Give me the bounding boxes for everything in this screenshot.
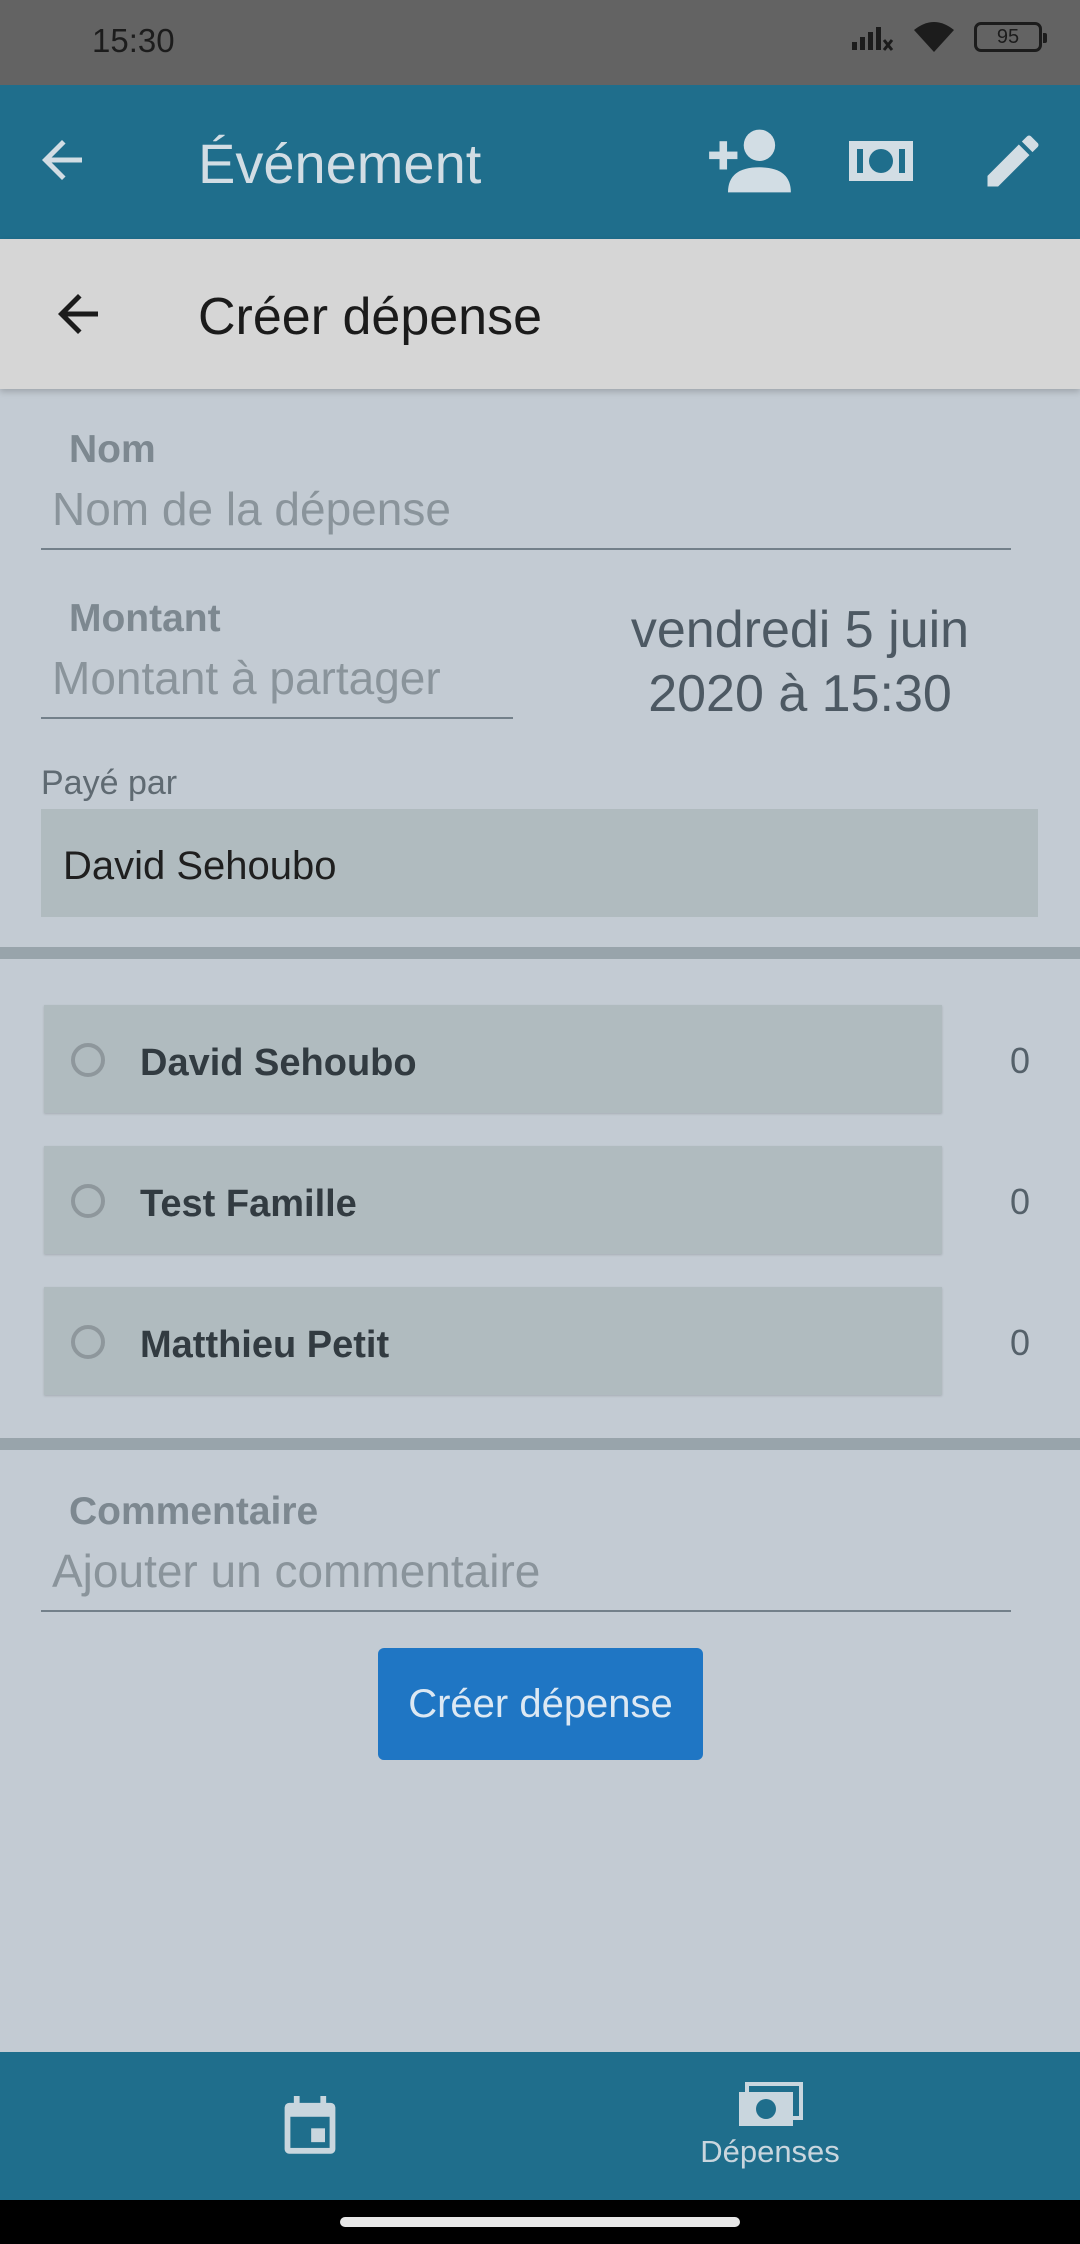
expenses-button[interactable] (836, 125, 926, 197)
radio-icon[interactable] (71, 1325, 105, 1359)
participant-name: Matthieu Petit (140, 1324, 390, 1366)
name-label: Nom (69, 428, 156, 471)
divider (0, 947, 1080, 959)
date-line-2: 2020 à 15:30 (648, 665, 952, 723)
amount-placeholder: Montant à partager (52, 652, 441, 704)
nav-item-expenses[interactable]: Dépenses (690, 2052, 850, 2200)
comment-label: Commentaire (69, 1490, 319, 1533)
sub-back-button[interactable] (48, 284, 108, 344)
signal-icon (852, 27, 894, 51)
battery-icon: 95 (974, 22, 1047, 52)
name-placeholder: Nom de la dépense (52, 483, 451, 535)
paid-by-select[interactable]: David Sehoubo (41, 809, 1038, 917)
participant-share: 0 (1009, 1040, 1031, 1081)
app-bar-title: Événement (198, 132, 482, 195)
paid-by-value: David Sehoubo (63, 844, 337, 888)
calendar-icon (284, 2096, 336, 2154)
participant-row[interactable]: Test Famille (44, 1146, 942, 1254)
divider (0, 1438, 1080, 1450)
money-icon (849, 141, 913, 181)
gesture-handle[interactable] (340, 2217, 740, 2227)
amount-label: Montant (69, 597, 221, 640)
comment-placeholder: Ajouter un commentaire (52, 1545, 541, 1597)
radio-icon[interactable] (71, 1184, 105, 1218)
gesture-area (0, 2200, 1080, 2244)
participant-row[interactable]: David Sehoubo (44, 1005, 942, 1113)
name-input[interactable]: Nom de la dépense (41, 482, 1011, 550)
battery-level: 95 (996, 25, 1020, 48)
add-participant-button[interactable] (705, 125, 795, 197)
paid-by-label: Payé par (41, 764, 178, 802)
date-line-1: vendredi 5 juin (630, 601, 970, 659)
back-button[interactable] (32, 130, 92, 190)
create-expense-button[interactable]: Créer dépense (378, 1648, 703, 1760)
status-icons: 95 (850, 20, 1047, 54)
wifi-icon (914, 22, 954, 52)
participant-share: 0 (1009, 1181, 1031, 1222)
arrow-back-icon (42, 140, 82, 180)
sub-header-title: Créer dépense (198, 288, 542, 346)
radio-icon[interactable] (71, 1043, 105, 1077)
status-bar: 15:30 95 (0, 0, 1080, 85)
edit-button[interactable] (968, 125, 1058, 197)
date-picker[interactable]: vendredi 5 juin 2020 à 15:30 (610, 598, 990, 726)
nav-item-event[interactable] (250, 2052, 370, 2200)
arrow-back-icon (58, 294, 98, 334)
comment-input[interactable]: Ajouter un commentaire (41, 1544, 1011, 1612)
sub-header: Créer dépense (0, 239, 1080, 389)
nav-label-expenses: Dépenses (700, 2134, 840, 2169)
money-icon (739, 2082, 803, 2126)
bottom-nav: Dépenses (0, 2052, 1080, 2200)
status-time: 15:30 (92, 22, 175, 59)
app-bar: Événement (0, 85, 1080, 239)
amount-input[interactable]: Montant à partager (41, 651, 513, 719)
participant-name: David Sehoubo (140, 1042, 417, 1084)
add-person-icon (709, 129, 791, 193)
participant-share: 0 (1009, 1322, 1031, 1363)
participant-row[interactable]: Matthieu Petit (44, 1287, 942, 1395)
edit-icon (987, 135, 1039, 187)
participant-name: Test Famille (140, 1183, 357, 1225)
